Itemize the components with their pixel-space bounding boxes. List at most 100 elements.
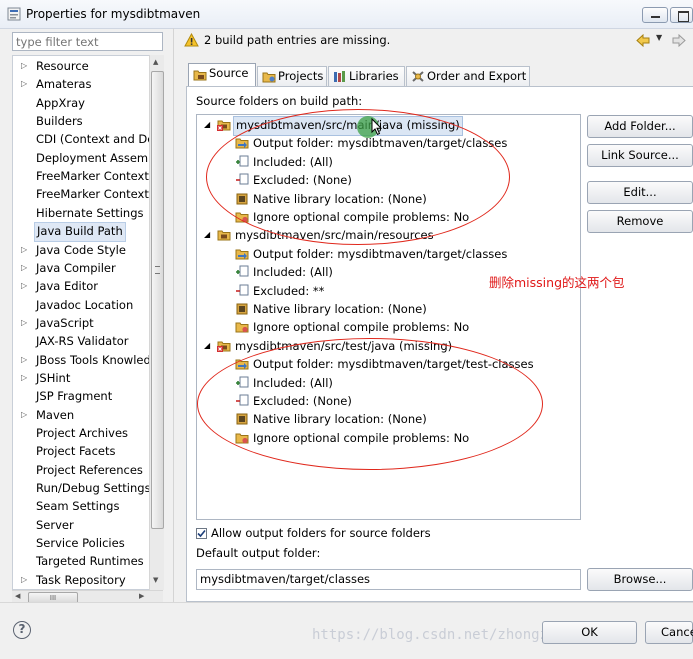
nav-item[interactable]: Project Archives <box>34 424 130 442</box>
expand-arrow-icon[interactable]: ▷ <box>21 351 27 369</box>
tab-source[interactable]: Source <box>188 63 256 87</box>
nav-item[interactable]: Run/Debug Settings <box>34 479 153 497</box>
scroll-down-icon[interactable]: ▼ <box>153 576 158 584</box>
status-message: 2 build path entries are missing. <box>204 33 391 47</box>
nav-item[interactable]: AppXray <box>34 94 87 112</box>
tab-label: Source <box>209 66 249 80</box>
collapse-arrow-icon[interactable]: ◢ <box>204 226 210 244</box>
back-dropdown-icon[interactable]: ▼ <box>656 33 662 42</box>
help-icon[interactable]: ? <box>13 621 31 639</box>
pane-splitter[interactable] <box>173 28 174 602</box>
source-folders-heading: Source folders on build path: <box>196 94 363 108</box>
warning-icon <box>184 33 199 47</box>
scroll-thumb[interactable] <box>151 71 164 529</box>
mouse-cursor-icon <box>371 118 383 136</box>
checkmark-icon <box>197 529 206 538</box>
expand-arrow-icon[interactable]: ▷ <box>21 314 27 332</box>
collapse-arrow-icon[interactable]: ◢ <box>204 337 210 355</box>
annotation-note: 删除missing的这两个包 <box>489 275 625 290</box>
default-output-label: Default output folder: <box>196 546 321 560</box>
ok-button[interactable]: OK <box>542 621 637 644</box>
nav-item[interactable]: Builders <box>34 112 85 130</box>
back-arrow-icon <box>636 34 650 47</box>
expand-arrow-icon[interactable]: ▷ <box>21 259 27 277</box>
forward-arrow-icon[interactable] <box>672 34 686 47</box>
window-title: Properties for mysdibtmaven <box>26 7 201 21</box>
collapse-arrow-icon[interactable]: ◢ <box>204 116 210 134</box>
nav-item[interactable]: FreeMarker Context <box>34 185 151 203</box>
tab-label: Projects <box>278 69 324 83</box>
default-output-field[interactable]: mysdibtmaven/target/classes <box>196 569 581 590</box>
nav-item[interactable]: FreeMarker Context <box>34 167 151 185</box>
nav-item[interactable]: Javadoc Location <box>34 296 135 314</box>
grip-icon <box>155 266 160 274</box>
cancel-button[interactable]: Cance <box>645 621 693 644</box>
nav-item[interactable]: Task Repository <box>34 571 128 589</box>
missing-source-folder-icon <box>217 120 231 131</box>
back-nav-button[interactable]: ▼ <box>636 33 666 49</box>
included-icon <box>236 265 249 277</box>
folder-attribute[interactable]: Ignore optional compile problems: No <box>253 318 469 336</box>
expand-arrow-icon[interactable]: ▷ <box>21 369 27 387</box>
browse-button[interactable]: Browse... <box>587 568 693 591</box>
expand-arrow-icon[interactable]: ▷ <box>21 406 27 424</box>
tab-projects[interactable]: Projects <box>257 66 327 86</box>
maximize-button[interactable] <box>670 7 693 23</box>
link-source-button[interactable]: Link Source... <box>587 144 693 167</box>
nav-item[interactable]: Deployment Assembly <box>34 149 162 167</box>
nav-item[interactable]: CDI (Context and Dep <box>34 130 162 148</box>
scroll-up-icon[interactable]: ▲ <box>153 58 158 66</box>
expand-arrow-icon[interactable]: ▷ <box>21 277 27 295</box>
nav-item[interactable]: Resource <box>34 57 91 75</box>
nav-item[interactable]: Seam Settings <box>34 497 121 515</box>
nav-item[interactable]: JBoss Tools Knowled <box>34 351 153 369</box>
folder-attribute[interactable]: Included: (All) <box>253 263 333 281</box>
nav-item[interactable]: Project Facets <box>34 442 118 460</box>
minimize-button[interactable] <box>642 7 668 23</box>
minimize-icon <box>651 16 660 18</box>
source-folder-icon <box>217 230 231 241</box>
filter-input[interactable] <box>12 32 163 51</box>
order-export-icon <box>412 71 424 82</box>
expand-arrow-icon[interactable]: ▷ <box>21 241 27 259</box>
nav-item[interactable]: Hibernate Settings <box>34 204 146 222</box>
nav-item[interactable]: Service Policies <box>34 534 127 552</box>
folder-attribute[interactable]: Native library location: (None) <box>253 300 427 318</box>
allow-output-label: Allow output folders for source folders <box>211 526 431 540</box>
nav-item[interactable]: JSHint <box>34 369 72 387</box>
nav-item[interactable]: JAX-RS Validator <box>34 332 131 350</box>
expand-arrow-icon[interactable]: ▷ <box>21 75 27 93</box>
nav-item[interactable]: Java Code Style <box>34 241 128 259</box>
expand-arrow-icon[interactable]: ▷ <box>21 57 27 75</box>
nav-item[interactable]: JSP Fragment <box>34 387 114 405</box>
folder-attribute[interactable]: Output folder: mysdibtmaven/target/class… <box>253 245 507 263</box>
nav-item[interactable]: Maven <box>34 406 76 424</box>
allow-output-checkbox[interactable] <box>196 528 207 539</box>
tab-libraries[interactable]: Libraries <box>328 66 405 86</box>
tab-label: Libraries <box>349 69 399 83</box>
maximize-icon <box>678 11 689 22</box>
excluded-icon <box>236 284 249 296</box>
edit-button[interactable]: Edit... <box>587 181 693 204</box>
nav-item[interactable]: JavaScript <box>34 314 96 332</box>
libraries-icon <box>334 71 345 82</box>
scroll-left-icon[interactable]: ◀ <box>15 592 20 600</box>
nav-item[interactable]: Amateras <box>34 75 93 93</box>
tab-order-and-export[interactable]: Order and Export <box>406 66 530 86</box>
property-page-list: ▷ Resource ▷ Amateras AppXray Builders CDI (Co… <box>12 55 163 590</box>
remove-button[interactable]: Remove <box>587 210 693 233</box>
nav-item[interactable]: Targeted Runtimes <box>34 552 146 570</box>
missing-source-folder-icon <box>217 341 231 352</box>
nav-item[interactable]: Java Editor <box>34 277 100 295</box>
expand-arrow-icon[interactable]: ▷ <box>21 571 27 589</box>
nav-item[interactable]: Java Compiler <box>34 259 118 277</box>
source-folder-icon <box>193 70 207 81</box>
nav-vertical-scrollbar[interactable]: ▲ ▼ <box>149 55 164 590</box>
add-folder-button[interactable]: Add Folder... <box>587 115 693 138</box>
output-folder-icon <box>235 249 249 260</box>
nav-item[interactable]: Java Build Path <box>34 222 126 243</box>
scroll-right-icon[interactable]: ▶ <box>139 592 144 600</box>
folder-attribute[interactable]: Excluded: ** <box>253 282 324 300</box>
nav-item[interactable]: Server <box>34 516 76 534</box>
nav-item[interactable]: Project References <box>34 461 145 479</box>
